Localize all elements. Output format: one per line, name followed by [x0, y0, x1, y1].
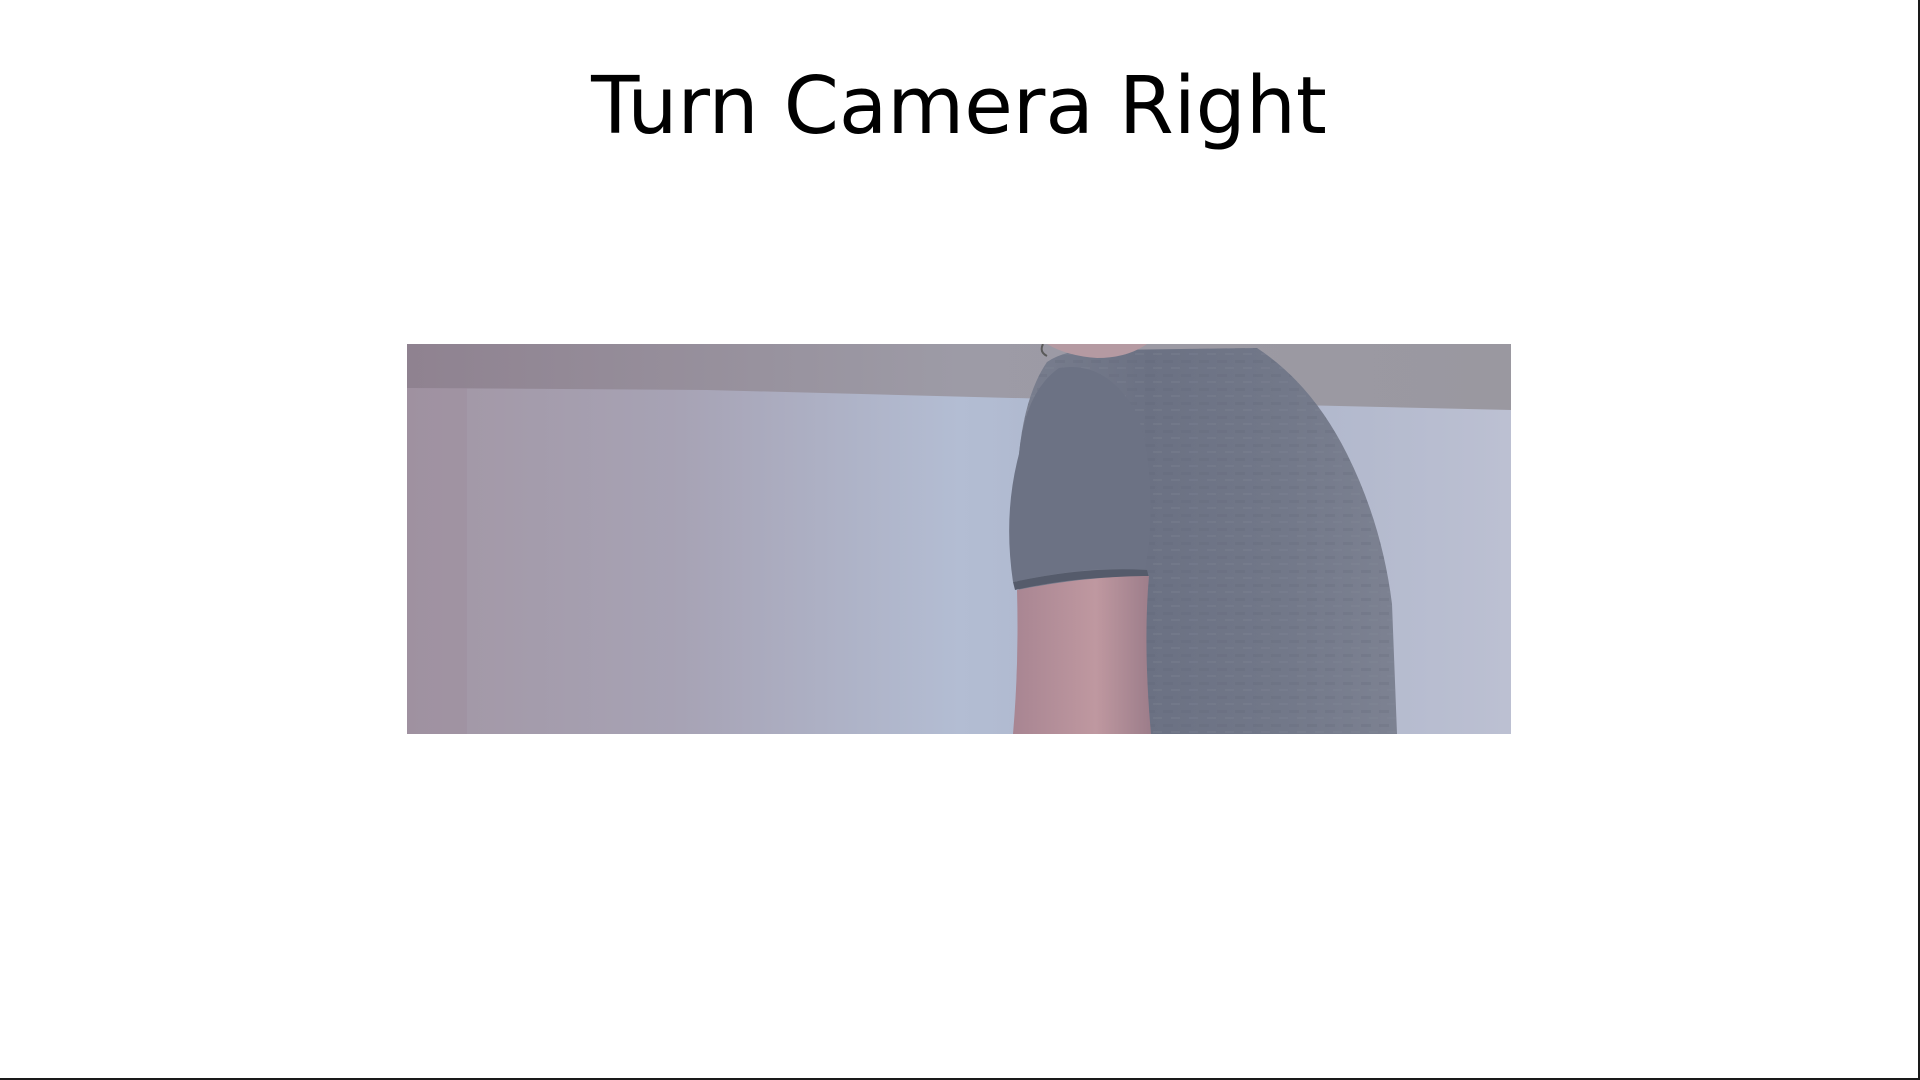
- camera-feed: [407, 344, 1511, 734]
- app-window: Turn Camera Right: [0, 0, 1920, 1080]
- camera-frame-image: [407, 344, 1511, 734]
- instruction-title: Turn Camera Right: [591, 60, 1327, 152]
